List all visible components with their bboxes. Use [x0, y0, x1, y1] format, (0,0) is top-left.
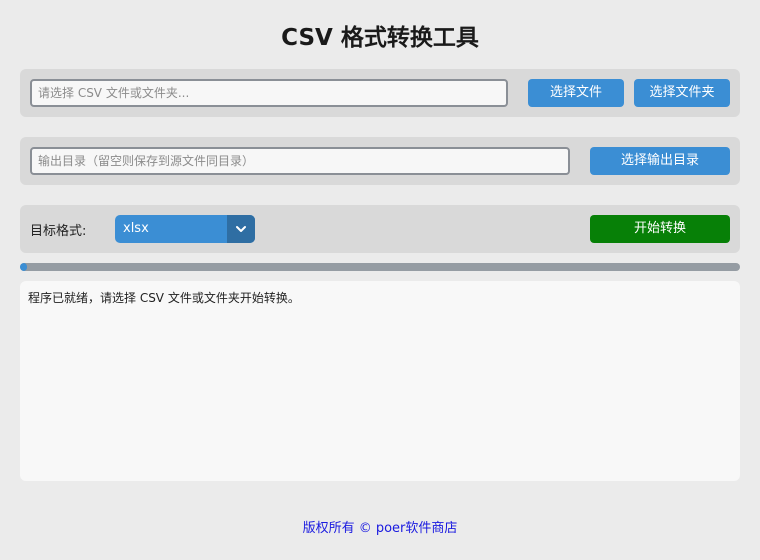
output-panel: 选择输出目录: [20, 137, 740, 185]
source-panel: 选择文件 选择文件夹: [20, 69, 740, 117]
select-output-dir-button[interactable]: 选择输出目录: [590, 147, 730, 175]
log-output: 程序已就绪，请选择 CSV 文件或文件夹开始转换。: [20, 281, 740, 481]
format-select[interactable]: xlsx: [115, 215, 255, 243]
select-file-button[interactable]: 选择文件: [528, 79, 624, 107]
progress-bar-fill: [20, 263, 28, 271]
format-select-value: xlsx: [123, 221, 149, 236]
format-panel: 目标格式: xlsx 开始转换: [20, 205, 740, 253]
select-folder-button[interactable]: 选择文件夹: [634, 79, 730, 107]
start-convert-button[interactable]: 开始转换: [590, 215, 730, 243]
app-title: CSV 格式转换工具: [281, 25, 479, 51]
log-message: 程序已就绪，请选择 CSV 文件或文件夹开始转换。: [28, 291, 300, 305]
copyright-link[interactable]: 版权所有 © poer软件商店: [0, 517, 760, 536]
source-path-input[interactable]: [30, 79, 508, 107]
output-dir-input[interactable]: [30, 147, 570, 175]
progress-bar: [20, 263, 740, 271]
target-format-label: 目标格式:: [30, 224, 87, 239]
chevron-down-icon[interactable]: [227, 215, 255, 243]
